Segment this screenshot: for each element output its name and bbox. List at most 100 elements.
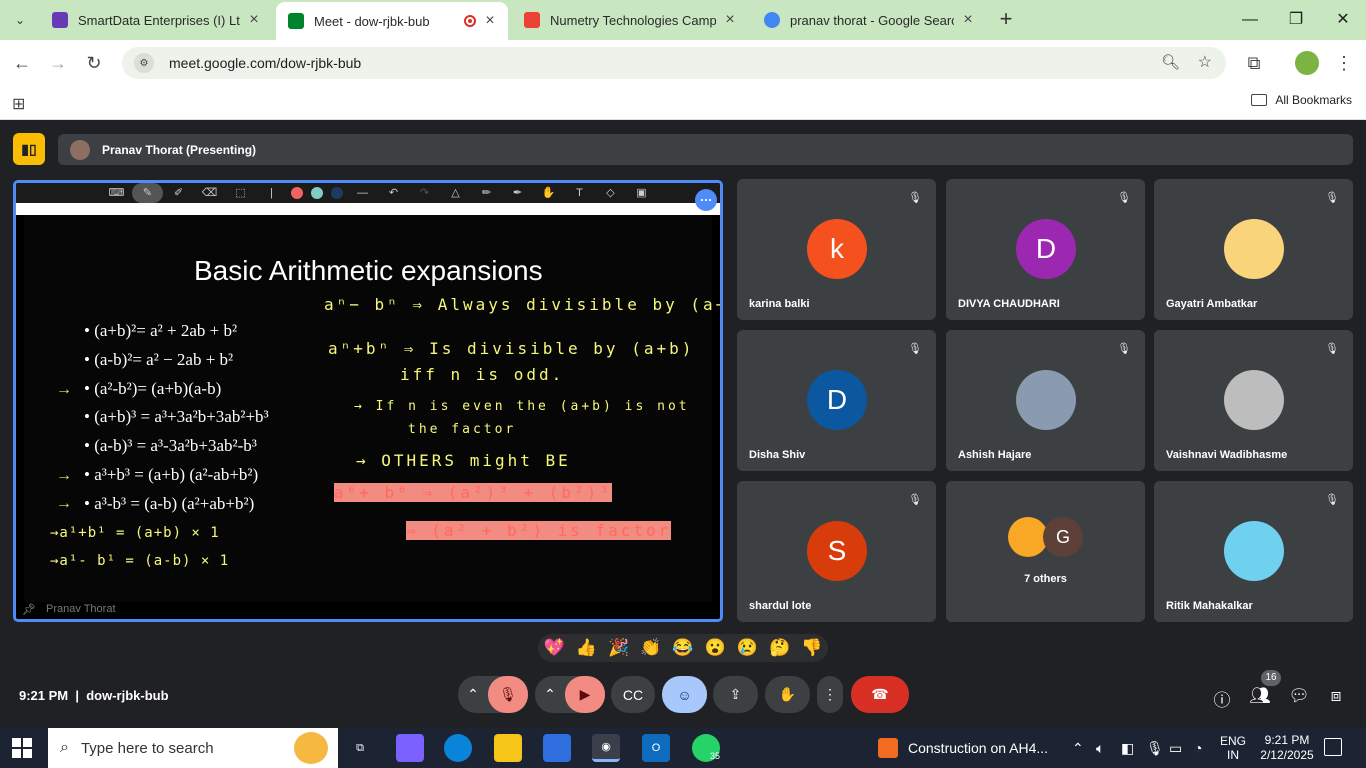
wifi-icon[interactable]: ◔	[1194, 740, 1202, 756]
language-indicator[interactable]: ENG IN	[1220, 734, 1246, 762]
tab-search-chevron-icon[interactable]: ⌄	[8, 8, 32, 32]
new-tab-button[interactable]: +	[994, 8, 1018, 32]
marker-icon[interactable]: ✒	[502, 183, 533, 203]
battery-icon[interactable]: ▭	[1169, 740, 1182, 757]
notifications-icon[interactable]	[1324, 738, 1342, 756]
thumbs-up-reaction-button[interactable]: 👍	[576, 638, 597, 658]
sad-reaction-button[interactable]: 😢	[737, 638, 758, 658]
tab-close-icon[interactable]: ×	[246, 11, 262, 29]
others-tile[interactable]: G 7 others	[946, 481, 1145, 622]
menu-icon[interactable]: ⋮	[1332, 51, 1356, 75]
highlighter-icon[interactable]: ✐	[163, 183, 194, 203]
participant-tile[interactable]: 🎙︎ D DIVYA CHAUDHARI	[946, 179, 1145, 320]
chat-icon[interactable]: 💬︎	[1288, 686, 1310, 706]
mic-options-chevron-icon[interactable]: ⌃	[458, 686, 488, 703]
more-options-button[interactable]: ⋮	[817, 676, 843, 713]
color-red-swatch[interactable]	[291, 187, 303, 199]
extensions-icon[interactable]: ⧉	[1242, 51, 1266, 75]
undo-icon[interactable]: ↶	[378, 183, 409, 203]
raise-hand-button[interactable]: ✋	[765, 676, 810, 713]
tab-smartdata[interactable]: SmartData Enterprises (I) Ltd. C ×	[40, 4, 272, 36]
tray-chevron-icon[interactable]: ⌃	[1072, 740, 1084, 757]
clock[interactable]: 9:21 PM 2/12/2025	[1258, 733, 1316, 763]
bookmark-star-icon[interactable]: ☆	[1198, 52, 1212, 72]
close-window-button[interactable]: ✕	[1331, 8, 1355, 32]
back-button[interactable]: ←	[10, 51, 34, 75]
participant-tile[interactable]: 🎙︎ Vaishnavi Wadibhasme	[1154, 330, 1353, 471]
laugh-reaction-button[interactable]: 😂	[672, 638, 693, 658]
camera-icon[interactable]: ◧	[1121, 740, 1134, 757]
minimize-button[interactable]: —	[1238, 8, 1262, 32]
task-view-icon[interactable]: ⧉	[346, 734, 374, 762]
text-icon[interactable]: T	[564, 183, 595, 203]
tab-meet[interactable]: Meet - dow-rjbk-bub ×	[276, 2, 508, 40]
shape-icon[interactable]: △	[440, 183, 471, 203]
emoji-reactions-button[interactable]: ☺	[662, 676, 707, 713]
restore-button[interactable]: ❐	[1284, 8, 1308, 32]
windows-start-button[interactable]	[12, 738, 32, 758]
whatsapp-icon[interactable]: 35	[692, 734, 720, 762]
eraser-icon[interactable]: ⌫	[194, 183, 225, 203]
outlook-icon[interactable]: O	[642, 734, 670, 762]
participant-tile[interactable]: 🎙︎ S shardul lote	[737, 481, 936, 622]
file-explorer-icon[interactable]	[494, 734, 522, 762]
chrome-icon[interactable]: ◉	[592, 734, 620, 762]
thinking-reaction-button[interactable]: 🤔	[769, 638, 790, 658]
news-widget[interactable]: Construction on AH4...	[878, 738, 1048, 758]
camera-off-button[interactable]: ▶︎	[565, 676, 605, 713]
clap-reaction-button[interactable]: 👏	[640, 638, 661, 658]
leave-call-button[interactable]: ☎	[851, 676, 909, 713]
hand-icon[interactable]: ✋	[533, 183, 564, 203]
tab-close-icon[interactable]: ×	[722, 11, 738, 29]
tab-close-icon[interactable]: ×	[482, 12, 498, 30]
party-reaction-button[interactable]: 🎉	[608, 638, 629, 658]
formula-bullet: • (a²-b²)= (a+b)(a-b)	[84, 379, 222, 398]
mic-off-button[interactable]: 🎙︎	[488, 676, 528, 713]
share-icon[interactable]: ◇	[595, 183, 626, 203]
site-info-icon[interactable]: ⚙	[134, 53, 154, 73]
keyboard-icon[interactable]: ⌨	[101, 183, 132, 203]
people-icon[interactable]: 👥︎	[1249, 686, 1271, 706]
surprised-reaction-button[interactable]: 😮	[705, 638, 726, 658]
edge-icon[interactable]	[444, 734, 472, 762]
camera-options-chevron-icon[interactable]: ⌃	[535, 686, 565, 703]
store-icon[interactable]	[543, 734, 571, 762]
activities-icon[interactable]: ⧈	[1325, 686, 1347, 706]
participant-tile[interactable]: 🎙︎ k karina balki	[737, 179, 936, 320]
more-options-icon[interactable]: …	[695, 189, 717, 211]
all-bookmarks-button[interactable]: All Bookmarks	[1251, 93, 1352, 107]
address-bar[interactable]: ⚙ meet.google.com/dow-rjbk-bub 🔍︎ ☆	[122, 47, 1226, 79]
participant-tile[interactable]: 🎙︎ D Disha Shiv	[737, 330, 936, 471]
copilot-icon[interactable]	[396, 734, 424, 762]
pencil-icon[interactable]: ✏	[471, 183, 502, 203]
meeting-info-icon[interactable]: ⓘ	[1211, 686, 1233, 711]
heart-reaction-button[interactable]: 💖	[544, 638, 565, 658]
pin-icon[interactable]: 📌︎	[22, 603, 36, 616]
redo-icon[interactable]: ↷	[409, 183, 440, 203]
save-icon[interactable]: ▣	[626, 183, 657, 203]
presentation-icon[interactable]: ▮▯	[13, 133, 45, 165]
select-icon[interactable]: ⬚	[225, 183, 256, 203]
profile-avatar[interactable]	[1295, 51, 1319, 75]
volume-icon[interactable]: 🔈︎	[1096, 740, 1104, 757]
zoom-icon[interactable]: 🔍︎	[1161, 53, 1180, 71]
thumbs-down-reaction-button[interactable]: 👎	[801, 638, 822, 658]
tab-close-icon[interactable]: ×	[960, 11, 976, 29]
tab-google-search[interactable]: pranav thorat - Google Search ×	[752, 4, 986, 36]
participant-tile[interactable]: 🎙︎ Ashish Hajare	[946, 330, 1145, 471]
present-screen-button[interactable]: ⇪	[713, 676, 758, 713]
color-navy-swatch[interactable]	[331, 187, 343, 199]
reload-button[interactable]: ↻	[82, 51, 106, 75]
line-icon[interactable]: —	[347, 183, 378, 203]
tab-numetry[interactable]: Numetry Technologies Campus ×	[512, 4, 748, 36]
captions-button[interactable]: CC	[611, 676, 655, 713]
mic-off-icon: 🎙︎	[1117, 192, 1131, 204]
color-teal-swatch[interactable]	[311, 187, 323, 199]
microphone-icon[interactable]: 🎙︎	[1146, 740, 1164, 757]
participant-tile[interactable]: 🎙︎ Gayatri Ambatkar	[1154, 179, 1353, 320]
apps-grid-icon[interactable]: ⊞	[12, 94, 25, 114]
pen-icon[interactable]: ✎	[132, 183, 163, 203]
forward-button[interactable]: →	[46, 51, 70, 75]
taskbar-search[interactable]: ⌕ Type here to search	[48, 728, 338, 768]
participant-tile[interactable]: 🎙︎ Ritik Mahakalkar	[1154, 481, 1353, 622]
